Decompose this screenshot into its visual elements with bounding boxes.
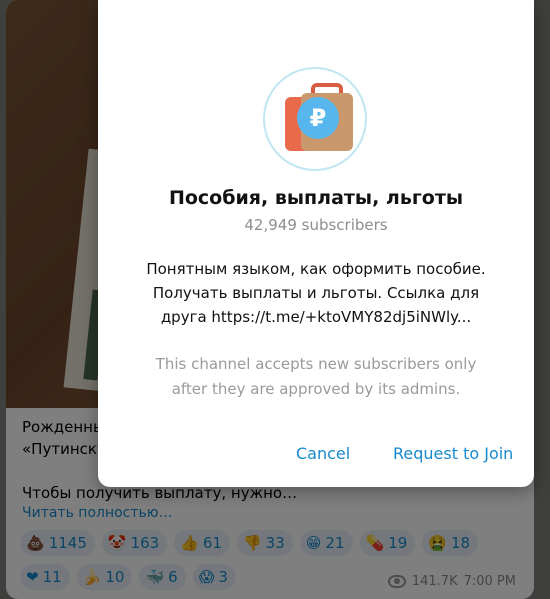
join-channel-dialog: ₽ Пособия, выплаты, льготы 42,949 subscr… [98, 0, 534, 487]
description-line-3[interactable]: друга https://t.me/+ktoVMY82dj5iNWly... [98, 305, 534, 329]
subscriber-count: 42,949 subscribers [244, 216, 388, 234]
notice-line-2: after they are approved by its admins. [171, 380, 461, 398]
approval-notice: This channel accepts new subscribers onl… [98, 352, 534, 402]
description-line-2: Получать выплаты и льготы. Ссылка для [152, 284, 480, 302]
channel-avatar: ₽ [263, 67, 367, 171]
notice-line-1: This channel accepts new subscribers onl… [155, 355, 477, 373]
ruble-coin-icon: ₽ [297, 97, 339, 139]
description-line-1: Понятным языком, как оформить пособие. [146, 260, 486, 278]
request-to-join-button[interactable]: Request to Join [393, 444, 513, 463]
channel-title: Пособия, выплаты, льготы [168, 187, 464, 209]
cancel-button[interactable]: Cancel [296, 444, 350, 463]
channel-description: Понятным языком, как оформить пособие. П… [98, 257, 534, 329]
